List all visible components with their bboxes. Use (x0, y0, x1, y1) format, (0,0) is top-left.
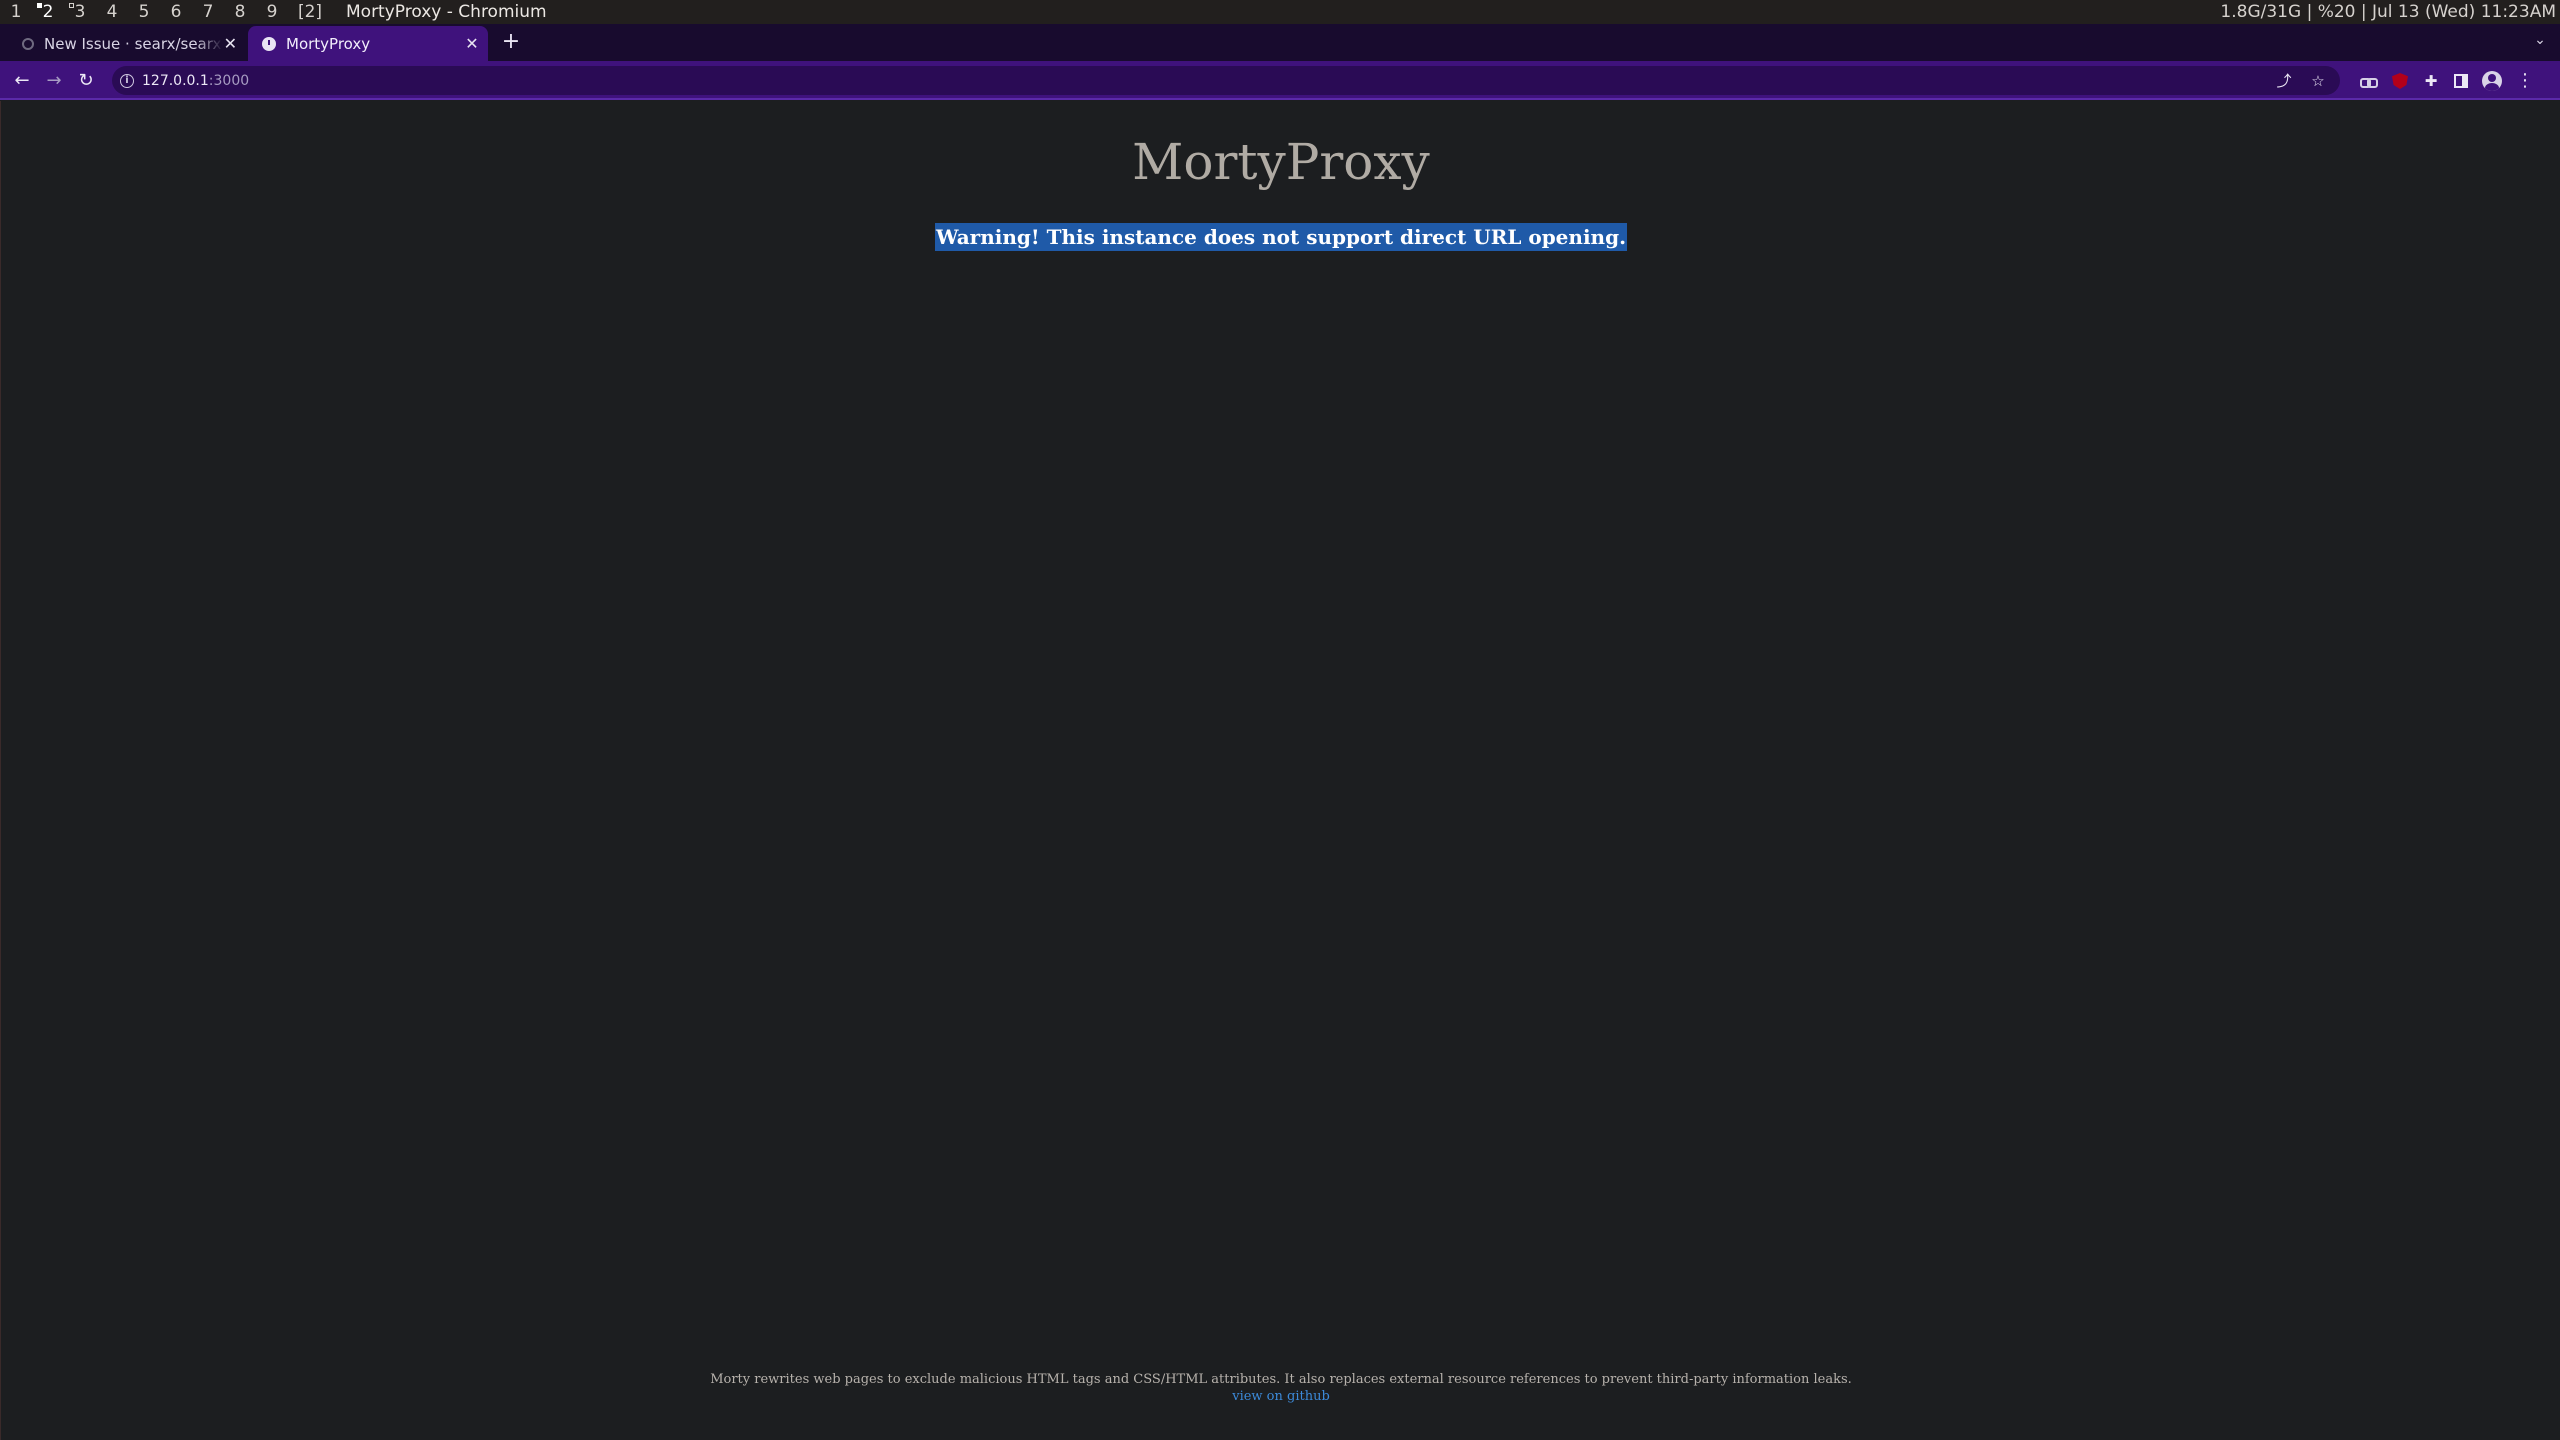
workspace-1[interactable]: 1 (0, 0, 32, 24)
address-bar[interactable]: i 127.0.0.1:3000 ⤴ ☆ (112, 66, 2340, 95)
extensions-puzzle-icon[interactable]: ✚ (2422, 72, 2440, 90)
workspace-9[interactable]: 9 (256, 0, 288, 24)
tab-label: New Issue · searx/searx-docker (44, 34, 223, 53)
browser-toolbar: ← → ↻ i 127.0.0.1:3000 ⤴ ☆ ✚ ⋮ (0, 61, 2560, 100)
scratchpad-indicator[interactable]: [2] (296, 2, 324, 22)
workspace-2[interactable]: 2 (32, 0, 64, 24)
ublock-origin-icon[interactable] (2392, 73, 2408, 89)
workspace-8[interactable]: 8 (224, 0, 256, 24)
new-tab-button[interactable]: + (500, 31, 522, 53)
workspace-4[interactable]: 4 (96, 0, 128, 24)
url-host: 127.0.0.1 (142, 72, 209, 89)
menu-kebab-icon[interactable]: ⋮ (2516, 72, 2534, 90)
workspace-label: 1 (10, 2, 22, 22)
workspace-indicator (69, 3, 74, 8)
bookmark-star-icon[interactable]: ☆ (2310, 72, 2326, 90)
side-panel-icon[interactable] (2454, 74, 2468, 88)
page-title: MortyProxy (1132, 133, 1430, 191)
workspace-5[interactable]: 5 (128, 0, 160, 24)
info-globe-icon (262, 36, 276, 51)
url-port: :3000 (208, 72, 250, 89)
reload-icon[interactable]: ↻ (74, 69, 98, 93)
tab-mortyproxy[interactable]: MortyProxy ✕ (248, 26, 488, 61)
system-status: 1.8G/31G | %20 | Jul 13 (Wed) 11:23AM (2220, 2, 2556, 22)
tab-strip: New Issue · searx/searx-docker ✕ MortyPr… (0, 24, 2560, 61)
incognito-glasses-icon[interactable] (2360, 76, 2378, 88)
warning-container: Warning! This instance does not support … (1, 223, 2560, 251)
tab-label: MortyProxy (286, 34, 371, 53)
workspace-label: 4 (106, 2, 118, 22)
window-manager-bar: 1 2 3 4 5 6 7 8 9 [2] MortyProxy - Chrom… (0, 0, 2560, 24)
workspace-6[interactable]: 6 (160, 0, 192, 24)
workspace-7[interactable]: 7 (192, 0, 224, 24)
workspace-label: 5 (138, 2, 150, 22)
warning-message: Warning! This instance does not support … (934, 223, 1628, 251)
close-icon[interactable]: ✕ (462, 34, 482, 53)
tab-search-chevron-icon[interactable]: ⌄ (2530, 32, 2550, 52)
footer: Morty rewrites web pages to exclude mali… (1, 1371, 2560, 1405)
workspace-label: 6 (170, 2, 182, 22)
github-link[interactable]: view on github (1232, 1389, 1330, 1404)
profile-avatar-icon[interactable] (2482, 71, 2502, 91)
page-content: MortyProxy Warning! This instance does n… (0, 101, 2560, 1440)
window-title: MortyProxy - Chromium (346, 2, 547, 22)
workspace-label: 9 (266, 2, 278, 22)
share-icon[interactable]: ⤴ (2276, 70, 2292, 91)
address-bar-actions: ⤴ ☆ (2276, 66, 2334, 95)
forward-arrow-icon[interactable]: → (42, 69, 66, 93)
workspace-label: 8 (234, 2, 246, 22)
tab-new-issue[interactable]: New Issue · searx/searx-docker ✕ (8, 26, 244, 61)
close-icon[interactable]: ✕ (223, 34, 238, 53)
workspace-indicator (37, 3, 42, 8)
workspace-3[interactable]: 3 (64, 0, 96, 24)
back-arrow-icon[interactable]: ← (10, 69, 34, 93)
workspace-label: 7 (202, 2, 214, 22)
workspace-label: 2 (42, 2, 54, 22)
github-icon (22, 37, 34, 50)
extensions-area: ✚ ⋮ (2360, 69, 2534, 93)
workspace-label: 3 (74, 2, 86, 22)
site-info-icon[interactable]: i (120, 73, 134, 88)
footer-description: Morty rewrites web pages to exclude mali… (710, 1372, 1852, 1387)
workspace-list: 1 2 3 4 5 6 7 8 9 [2] (0, 0, 324, 24)
